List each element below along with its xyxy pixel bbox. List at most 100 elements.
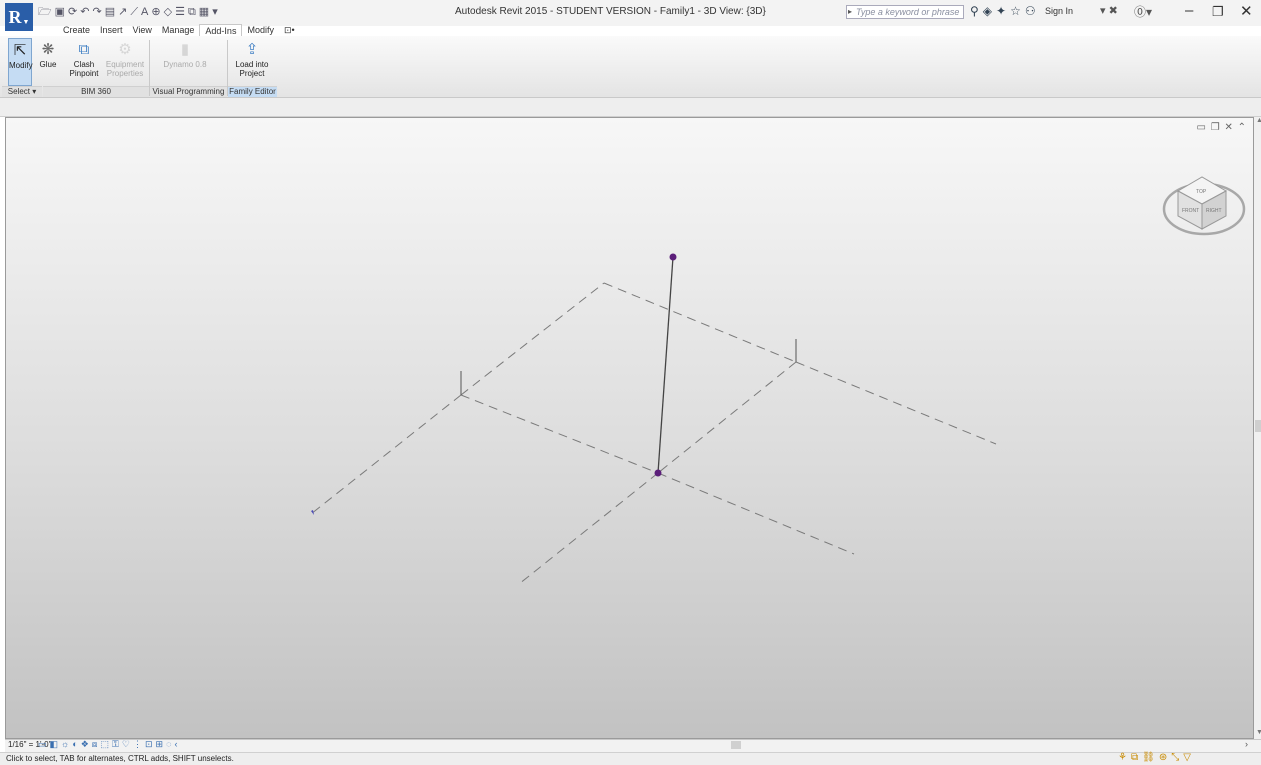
- text-icon[interactable]: A: [141, 5, 148, 19]
- glue-button[interactable]: ❋ Glue: [34, 38, 62, 70]
- thin-lines-icon[interactable]: ☰: [175, 5, 185, 19]
- open-icon[interactable]: 🗁: [38, 5, 52, 19]
- tab-manage[interactable]: Manage: [157, 24, 200, 36]
- ribbon: ⇱ Modify ❋ Glue ⧉ Clash Pinpoint ⚙ Equip…: [0, 36, 1261, 98]
- horizontal-scroll-thumb[interactable]: [731, 741, 741, 749]
- detail-level-icon[interactable]: ▭: [38, 739, 47, 750]
- reveal-hidden-icon[interactable]: ⋮: [133, 739, 142, 750]
- ref-plane-line[interactable]: [795, 361, 997, 445]
- scroll-right-icon[interactable]: ›: [1245, 739, 1248, 749]
- viewcube[interactable]: TOP FRONT RIGHT: [1162, 176, 1246, 236]
- ribbon-tabs: Create Insert View Manage Add-Ins Modify…: [58, 24, 300, 36]
- sign-in-button[interactable]: Sign In: [1045, 6, 1073, 16]
- tab-modify[interactable]: Modify: [242, 24, 279, 36]
- view-drawing: TOP FRONT RIGHT: [310, 176, 1246, 585]
- user-icon[interactable]: ⚇: [1025, 4, 1036, 18]
- dynamo-button[interactable]: ▮ Dynamo 0.8: [160, 38, 210, 70]
- view-control-bar: [5, 739, 1261, 752]
- lock-view-icon[interactable]: ⚿: [112, 739, 119, 750]
- print-icon[interactable]: ▤: [105, 5, 115, 19]
- highlight-displacement-icon[interactable]: ⊞: [156, 739, 164, 750]
- clash-pinpoint-icon: ⧉: [78, 40, 90, 58]
- tab-view[interactable]: View: [128, 24, 157, 36]
- analytical-model-icon[interactable]: ⊡: [145, 739, 153, 750]
- ref-plane-line[interactable]: [310, 394, 462, 515]
- ref-plane-line[interactable]: [657, 361, 797, 474]
- close-views-icon[interactable]: ⧉: [188, 5, 196, 19]
- scroll-down-icon[interactable]: ▼: [1256, 729, 1261, 736]
- select-panel-label[interactable]: Select ▾: [2, 86, 42, 97]
- family-editor-panel-label: Family Editor: [228, 86, 277, 97]
- select-links-icon[interactable]: ⛓: [1142, 752, 1155, 763]
- application-menu-button[interactable]: R ▼: [5, 3, 33, 31]
- ref-plane-line[interactable]: [603, 282, 797, 363]
- customize-qat-icon[interactable]: ▾: [212, 5, 218, 19]
- binoculars-icon[interactable]: ⚲: [970, 4, 979, 18]
- ref-plane-line[interactable]: [460, 394, 659, 474]
- load-into-project-button[interactable]: ⇪ Load into Project: [232, 38, 272, 79]
- star-icon[interactable]: ☆: [1010, 4, 1021, 18]
- equipment-icon: ⚙: [118, 40, 132, 58]
- ref-plane-line[interactable]: [518, 472, 659, 585]
- help-icon[interactable]: ⓪▾: [1134, 3, 1152, 20]
- subscription-icon[interactable]: ◈: [983, 4, 992, 18]
- worksharing-icon[interactable]: ◌: [166, 739, 171, 750]
- section-icon[interactable]: ◇: [164, 5, 172, 19]
- undo-icon[interactable]: ↶: [80, 5, 89, 19]
- line-endpoint[interactable]: [669, 253, 677, 261]
- design-options-icon[interactable]: ⧉: [1131, 752, 1138, 763]
- restore-button[interactable]: ❐: [1212, 4, 1224, 20]
- sync-icon[interactable]: ⟳: [68, 5, 77, 19]
- ref-plane-line[interactable]: [657, 472, 855, 555]
- close-button[interactable]: ✕: [1240, 2, 1253, 20]
- worksets-icon[interactable]: ⚘: [1118, 752, 1127, 763]
- visual-style-icon[interactable]: ◧: [50, 739, 59, 750]
- crop-view-icon[interactable]: ⧈: [92, 739, 98, 750]
- 3d-view-canvas[interactable]: ▭ ❐ ✕ ⌃ TOP FRONT RIGHT: [5, 117, 1254, 739]
- communication-icon[interactable]: ✦: [996, 4, 1006, 18]
- model-line[interactable]: [657, 256, 674, 474]
- save-icon[interactable]: ▣: [55, 5, 65, 19]
- viewcube-front-label: FRONT: [1182, 208, 1199, 214]
- temp-hide-icon[interactable]: ♡: [122, 739, 130, 750]
- sun-path-icon[interactable]: ☼: [61, 739, 69, 750]
- switch-windows-icon[interactable]: ▦: [199, 5, 209, 19]
- tab-add-ins[interactable]: Add-Ins: [199, 24, 243, 36]
- tab-insert[interactable]: Insert: [95, 24, 128, 36]
- collapse-icon[interactable]: ‹: [174, 739, 177, 750]
- clash-label: Clash: [73, 60, 95, 69]
- dynamo-icon: ▮: [180, 40, 190, 58]
- equipment-properties-button[interactable]: ⚙ Equipment Properties: [103, 38, 147, 79]
- select-pinned-icon[interactable]: ⊛: [1159, 752, 1167, 763]
- viewcube-top-label: TOP: [1196, 189, 1207, 195]
- project-label: Project: [239, 69, 265, 78]
- line-endpoint[interactable]: [654, 469, 662, 477]
- load-into-project-icon: ⇪: [245, 40, 259, 58]
- modify-label: Modify: [9, 61, 33, 70]
- properties-label: Properties: [106, 69, 144, 78]
- shadows-icon[interactable]: ◐: [72, 739, 77, 750]
- clash-pinpoint-button[interactable]: ⧉ Clash Pinpoint: [66, 38, 102, 79]
- tab-create[interactable]: Create: [58, 24, 95, 36]
- app-logo: R: [8, 6, 22, 27]
- 3d-view-icon[interactable]: ⊕: [151, 5, 160, 19]
- show-crop-icon[interactable]: ⬚: [101, 739, 110, 750]
- redo-icon[interactable]: ↷: [92, 5, 101, 19]
- viewcube-right-label: RIGHT: [1206, 208, 1222, 214]
- vertical-scroll-thumb[interactable]: [1255, 420, 1261, 432]
- options-bar: [0, 98, 1261, 117]
- select-by-face-icon[interactable]: ⤡: [1171, 752, 1179, 763]
- scroll-up-icon[interactable]: ▲: [1256, 117, 1261, 124]
- equipment-label: Equipment: [105, 60, 145, 69]
- ref-plane-line[interactable]: [460, 282, 605, 396]
- exchange-icon[interactable]: ▾ ✖: [1100, 4, 1118, 17]
- cursor-icon: ⇱: [13, 41, 27, 59]
- search-input[interactable]: Type a keyword or phrase: [846, 5, 964, 19]
- dimension-icon[interactable]: ⟋: [130, 5, 138, 19]
- rendering-icon[interactable]: ❖: [81, 739, 89, 750]
- minimize-button[interactable]: –: [1185, 2, 1193, 19]
- tab-panel-toggle[interactable]: ⊡•: [279, 24, 300, 36]
- filter-icon[interactable]: ▽: [1183, 752, 1191, 763]
- measure-icon[interactable]: ↗: [118, 5, 127, 19]
- modify-button[interactable]: ⇱ Modify: [8, 38, 33, 86]
